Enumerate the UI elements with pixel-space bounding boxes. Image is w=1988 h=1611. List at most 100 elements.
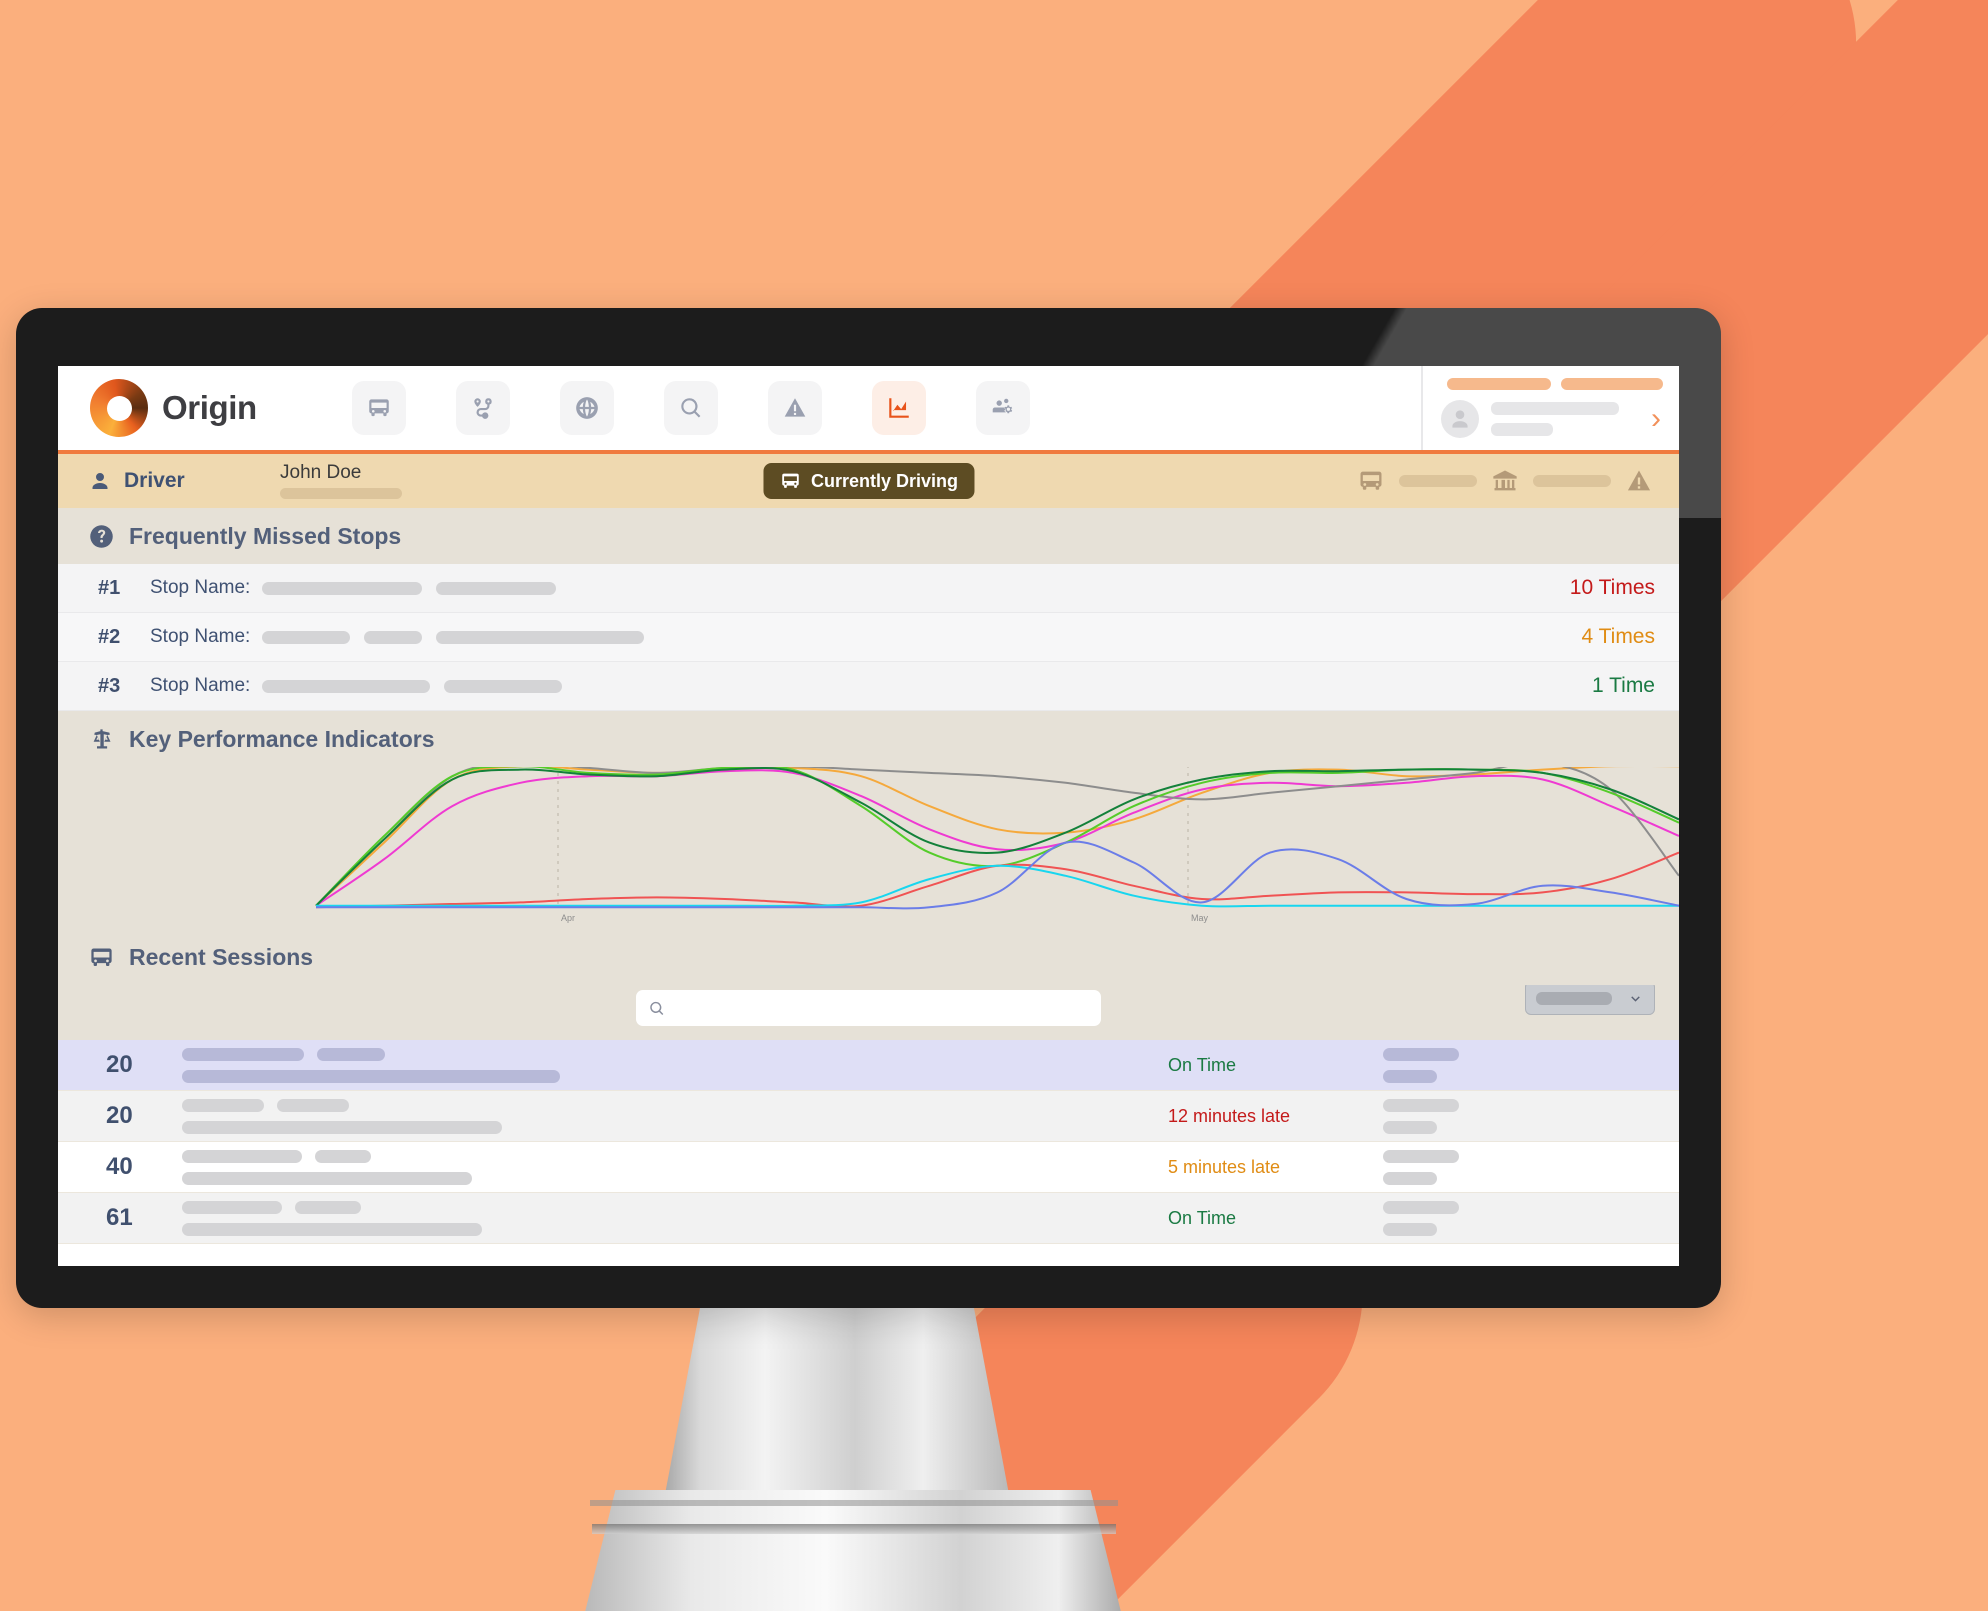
nav-icon-group: [328, 381, 1030, 435]
missed-stops-title: Frequently Missed Stops: [129, 522, 402, 549]
stop-name-placeholder: [262, 679, 562, 693]
bus-icon: [1360, 471, 1382, 490]
session-row[interactable]: 20 12 minutes late: [58, 1091, 1679, 1142]
session-number: 61: [106, 1204, 133, 1231]
chart-line-series-magenta: [316, 770, 1679, 905]
stop-miss-count: 4 Times: [1581, 625, 1655, 648]
stop-rank: #3: [98, 674, 121, 697]
missed-stops-header: Frequently Missed Stops: [58, 508, 1679, 564]
missed-stops-list: #1 Stop Name: 10 Times #2 Stop Name: 4 T…: [58, 564, 1679, 711]
session-row[interactable]: 40 5 minutes late: [58, 1142, 1679, 1193]
user-panel[interactable]: ›: [1421, 366, 1679, 450]
stop-name-label: Stop Name:: [150, 626, 251, 647]
session-search-wrap: [58, 990, 1679, 1026]
driver-name: John Doe: [280, 462, 362, 483]
stop-miss-count: 10 Times: [1569, 576, 1655, 599]
user-avatar-icon: [1441, 400, 1479, 438]
session-number: 20: [106, 1102, 133, 1129]
recent-sessions-title: Recent Sessions: [129, 943, 314, 970]
session-status: On Time: [1168, 1054, 1237, 1075]
session-number: 20: [106, 1051, 133, 1078]
session-search-box[interactable]: [636, 990, 1101, 1026]
session-filter-wrap: [1525, 981, 1655, 1015]
chart-line-series-cyan: [316, 866, 1679, 907]
monitor-screen: Origin › Driver John Doe Currently Drivi…: [58, 366, 1679, 1266]
nav-search-icon[interactable]: [664, 381, 718, 435]
session-meta-placeholder: [1383, 1200, 1459, 1236]
session-row[interactable]: 20 On Time: [58, 1040, 1679, 1091]
warning-triangle-icon: [1627, 470, 1651, 491]
driver-name-placeholder: [280, 488, 402, 499]
status-badge-label: Currently Driving: [810, 470, 959, 491]
session-meta-placeholder: [1383, 1098, 1459, 1134]
recent-sessions-table: 20 On Time 20 12 minutes late 40 5 minut…: [58, 1040, 1679, 1244]
session-placeholder-lines: [182, 1200, 482, 1236]
session-placeholder-lines: [182, 1098, 502, 1134]
nav-bus-icon[interactable]: [352, 381, 406, 435]
top-navigation-bar: Origin ›: [58, 366, 1679, 454]
stop-name-label: Stop Name:: [150, 577, 251, 598]
session-meta-placeholder: [1383, 1149, 1459, 1185]
user-chip-2: [1560, 378, 1663, 390]
nav-route-icon[interactable]: [456, 381, 510, 435]
question-circle-icon: [90, 524, 113, 548]
missed-stop-row[interactable]: #2 Stop Name: 4 Times: [58, 613, 1679, 662]
stop-name-placeholder: [262, 630, 644, 644]
session-placeholder-lines: [182, 1149, 472, 1185]
driver-name-group: John Doe: [280, 463, 402, 499]
user-row[interactable]: ›: [1441, 400, 1663, 438]
monitor-frame: Origin › Driver John Doe Currently Drivi…: [16, 308, 1721, 1308]
nav-people-gear-icon[interactable]: [976, 381, 1030, 435]
monitor-stand-base: [583, 1490, 1123, 1611]
chart-xtick-apr: Apr: [561, 913, 575, 923]
missed-stop-row[interactable]: #3 Stop Name: 1 Time: [58, 662, 1679, 711]
session-filter-select[interactable]: [1525, 981, 1655, 1015]
driver-bar: Driver John Doe Currently Driving: [58, 454, 1679, 508]
chart-xtick-may: May: [1191, 913, 1209, 923]
kpi-chart-region: Apr May: [58, 733, 1679, 929]
kpi-header: Key Performance Indicators: [58, 711, 1679, 767]
chart-line-series-orange: [316, 766, 1679, 906]
scales-icon: [93, 728, 111, 748]
nav-chart-icon[interactable]: [872, 381, 926, 435]
chart-line-series-green-dark: [316, 768, 1679, 906]
search-icon: [650, 1001, 664, 1015]
driver-school-placeholder: [1533, 475, 1611, 487]
bus-icon: [91, 948, 112, 966]
stop-name-placeholder: [262, 581, 556, 595]
monitor-stand-seam: [590, 1500, 1118, 1506]
session-number: 40: [106, 1153, 133, 1180]
user-chip-1: [1447, 378, 1551, 390]
kpi-title: Key Performance Indicators: [129, 725, 435, 752]
session-status: On Time: [1168, 1207, 1237, 1228]
nav-warning-triangle-icon[interactable]: [768, 381, 822, 435]
user-chip-group: [1441, 378, 1663, 390]
missed-stop-row[interactable]: #1 Stop Name: 10 Times: [58, 564, 1679, 613]
session-meta-placeholder: [1383, 1047, 1459, 1083]
person-icon: [92, 473, 108, 489]
recent-sessions-controls: [58, 963, 1679, 1040]
chart-line-series-green-light: [316, 766, 1679, 906]
brand-name: Origin: [162, 389, 257, 426]
driver-bus-placeholder: [1399, 475, 1477, 487]
chart-series-group: [316, 762, 1679, 908]
session-row[interactable]: 61 On Time: [58, 1193, 1679, 1244]
chart-line-series-red: [316, 853, 1679, 908]
stop-rank: #2: [98, 625, 121, 648]
chart-line-series-gray: [316, 762, 1679, 905]
stop-miss-count: 1 Time: [1591, 674, 1655, 697]
stop-name-label: Stop Name:: [150, 675, 251, 696]
nav-globe-icon[interactable]: [560, 381, 614, 435]
brand[interactable]: Origin: [58, 379, 328, 437]
session-placeholder-lines: [182, 1047, 560, 1083]
session-filter-value-placeholder: [1536, 991, 1612, 1005]
bank-icon: [1493, 470, 1517, 491]
driver-meta-group: [1357, 467, 1653, 495]
status-badge-currently-driving[interactable]: Currently Driving: [762, 463, 975, 499]
bus-icon: [781, 473, 799, 488]
user-placeholder-lines: [1491, 402, 1639, 436]
chevron-right-icon[interactable]: ›: [1651, 404, 1663, 434]
recent-sessions-header: Recent Sessions: [58, 929, 1679, 985]
search-input[interactable]: [675, 999, 1089, 1017]
driver-title: Driver: [124, 469, 185, 492]
